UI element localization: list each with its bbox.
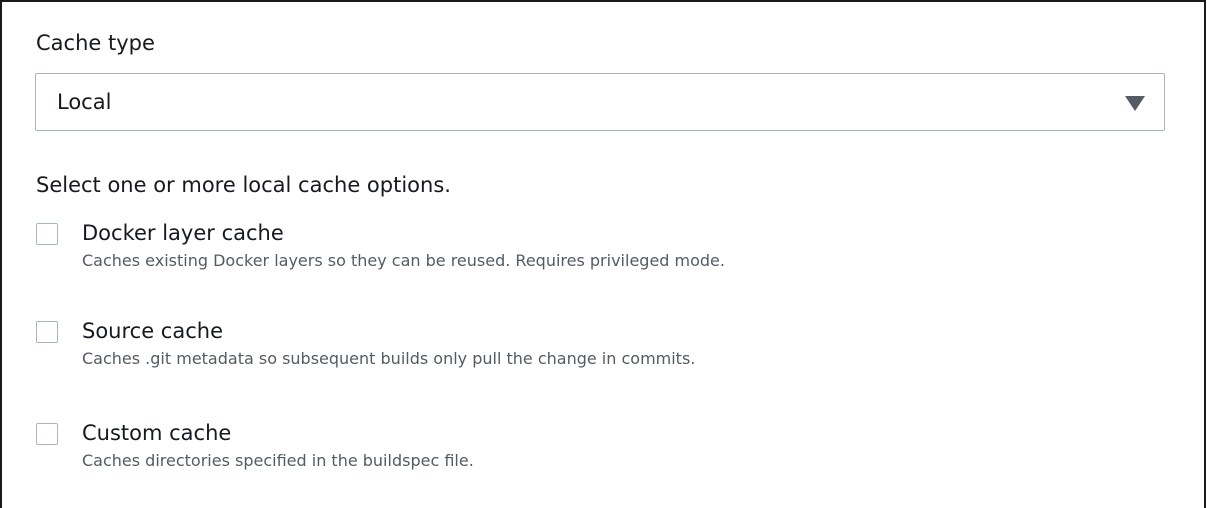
caret-down-icon xyxy=(1125,96,1145,111)
custom-cache-checkbox[interactable] xyxy=(36,423,58,445)
source-cache-checkbox[interactable] xyxy=(36,321,58,343)
docker-layer-cache-title: Docker layer cache xyxy=(82,221,284,245)
cache-settings-panel: Cache type Local Select one or more loca… xyxy=(0,0,1206,508)
custom-cache-option[interactable]: Custom cache Caches directories specifie… xyxy=(36,418,1156,480)
docker-layer-cache-checkbox[interactable] xyxy=(36,223,58,245)
source-cache-title: Source cache xyxy=(82,319,223,343)
custom-cache-title: Custom cache xyxy=(82,421,232,445)
docker-layer-cache-description: Caches existing Docker layers so they ca… xyxy=(82,251,725,270)
local-cache-helper-text: Select one or more local cache options. xyxy=(36,173,451,197)
docker-layer-cache-option[interactable]: Docker layer cache Caches existing Docke… xyxy=(36,218,1156,280)
cache-type-label: Cache type xyxy=(36,31,155,55)
cache-type-selected-value: Local xyxy=(57,90,112,114)
custom-cache-description: Caches directories specified in the buil… xyxy=(82,451,474,470)
source-cache-description: Caches .git metadata so subsequent build… xyxy=(82,349,696,368)
cache-type-select[interactable]: Local xyxy=(35,73,1165,131)
source-cache-option[interactable]: Source cache Caches .git metadata so sub… xyxy=(36,316,1156,378)
